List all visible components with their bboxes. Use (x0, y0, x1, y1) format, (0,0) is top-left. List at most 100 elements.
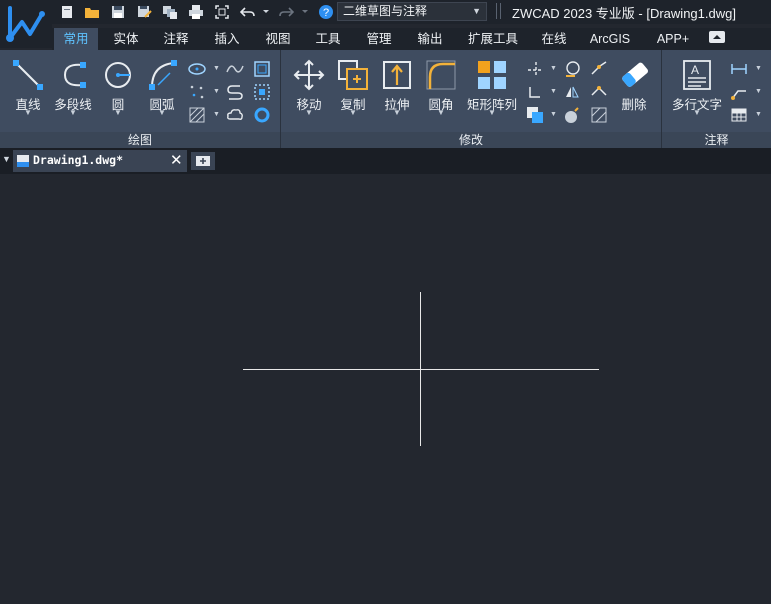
draw-order-icon[interactable] (526, 106, 544, 124)
chevron-down-icon[interactable]: ▼ (550, 88, 557, 95)
document-tab-label: Drawing1.dwg* (33, 153, 124, 167)
tab-view[interactable]: 视图 (254, 28, 302, 50)
chevron-down-icon: ▼ (69, 108, 77, 117)
fillet-icon (426, 60, 456, 90)
rectangle-icon[interactable] (253, 60, 271, 78)
drawing-canvas[interactable] (0, 174, 771, 604)
document-tab-drawing1[interactable]: Drawing1.dwg* ✕ (13, 150, 187, 172)
revcloud-icon[interactable] (226, 106, 244, 124)
chevron-down-icon: ▼ (437, 108, 445, 117)
tab-insert[interactable]: 插入 (204, 28, 250, 50)
chevron-up-icon (713, 35, 721, 39)
arc-button[interactable]: 圆弧 ▼ (140, 50, 184, 130)
chevron-down-icon: ▼ (693, 108, 701, 117)
group-label-modify: 修改 (281, 132, 661, 148)
stretch-button[interactable]: 拉伸 ▼ (376, 50, 418, 130)
move-button[interactable]: 移动 ▼ (288, 50, 330, 130)
rotate-icon[interactable] (526, 83, 544, 101)
undo-icon[interactable] (239, 4, 256, 20)
tab-list-dropdown-icon[interactable]: ▼ (2, 154, 11, 164)
point-icon[interactable] (188, 83, 206, 101)
chevron-down-icon[interactable]: ▼ (550, 65, 557, 72)
rectangular-array-button[interactable]: 矩形阵列 ▼ (464, 50, 520, 130)
redo-icon[interactable] (278, 4, 295, 20)
help-icon[interactable]: ? (318, 4, 334, 20)
trim-icon[interactable] (526, 60, 544, 78)
tab-tools[interactable]: 工具 (304, 28, 352, 50)
chevron-down-icon[interactable]: ▼ (550, 111, 557, 118)
redo-dropdown-icon[interactable] (301, 6, 309, 22)
chevron-down-icon: ▼ (305, 108, 313, 117)
circle-button[interactable]: 圆 ▼ (98, 50, 138, 130)
tab-arcgis[interactable]: ArcGIS (582, 28, 638, 50)
explode-icon[interactable] (563, 106, 581, 124)
donut-icon[interactable] (253, 106, 271, 124)
close-icon[interactable]: ✕ (170, 151, 183, 169)
mtext-button[interactable]: A 多行文字 ▼ (668, 50, 726, 130)
chevron-down-icon[interactable]: ▼ (213, 65, 220, 72)
group-label-draw: 绘图 (0, 132, 280, 148)
tab-output[interactable]: 输出 (406, 28, 454, 50)
chevron-down-icon: ▼ (472, 6, 481, 16)
tab-home[interactable]: 常用 (54, 28, 98, 50)
tab-app-plus[interactable]: APP+ (646, 28, 700, 50)
chevron-down-icon[interactable]: ▼ (213, 88, 220, 95)
save-icon[interactable] (110, 4, 126, 20)
publish-icon[interactable] (162, 4, 178, 20)
print-icon[interactable] (188, 4, 204, 20)
linear-dimension-icon[interactable] (730, 60, 748, 78)
erase-button[interactable]: 删除 (612, 50, 656, 130)
chevron-down-icon[interactable]: ▼ (213, 111, 220, 118)
save-as-icon[interactable] (136, 4, 152, 20)
ribbon-minimize-button[interactable] (709, 31, 725, 43)
group-label-annotate: 注释 (662, 132, 771, 148)
join-icon[interactable] (590, 83, 608, 101)
open-folder-icon[interactable] (84, 4, 100, 20)
line-button[interactable]: 直线 ▼ (6, 50, 50, 130)
spline-icon[interactable] (226, 60, 244, 78)
new-tab-icon (196, 156, 210, 166)
crosshair-horizontal (243, 369, 599, 370)
ellipse-icon[interactable] (188, 60, 206, 78)
erase-label: 删除 (621, 98, 647, 112)
tab-online[interactable]: 在线 (532, 28, 576, 50)
break-icon[interactable] (590, 60, 608, 78)
table-icon[interactable] (730, 106, 748, 124)
tab-annotate[interactable]: 注释 (152, 28, 200, 50)
arc-icon (149, 60, 177, 90)
title-divider (496, 3, 501, 19)
boundary-icon[interactable] (253, 83, 271, 101)
zoom-extents-icon[interactable] (214, 4, 230, 20)
tab-manage[interactable]: 管理 (355, 28, 403, 50)
mirror-icon[interactable] (563, 83, 581, 101)
chevron-down-icon[interactable]: ▼ (755, 111, 762, 118)
fillet-button[interactable]: 圆角 ▼ (420, 50, 462, 130)
chevron-down-icon: ▼ (488, 108, 496, 117)
crosshair-vertical (420, 292, 421, 446)
polyline-button[interactable]: 多段线 ▼ (50, 50, 96, 130)
tab-extended-tools[interactable]: 扩展工具 (458, 28, 528, 50)
new-drawing-tab-button[interactable] (191, 152, 215, 170)
undo-dropdown-icon[interactable] (262, 6, 270, 22)
copy-button[interactable]: 复制 ▼ (332, 50, 374, 130)
polyline-icon (63, 62, 86, 88)
chevron-down-icon: ▼ (158, 108, 166, 117)
ribbon-tab-bar: 常用 实体 注释 插入 视图 工具 管理 输出 扩展工具 在线 ArcGIS A… (52, 28, 771, 50)
app-logo[interactable] (0, 0, 52, 48)
offset-icon[interactable] (226, 83, 244, 101)
line-icon (13, 60, 43, 90)
stretch-icon (383, 61, 411, 89)
new-file-icon[interactable] (59, 4, 75, 20)
leader-icon[interactable] (730, 83, 748, 101)
chevron-down-icon: ▼ (393, 108, 401, 117)
zwcad-logo-icon (6, 6, 45, 42)
hatch-icon[interactable] (188, 106, 206, 124)
chevron-down-icon[interactable]: ▼ (755, 65, 762, 72)
workspace-dropdown[interactable]: 二维草图与注释 ▼ (337, 2, 487, 21)
workspace-label: 二维草图与注释 (343, 4, 428, 18)
eraser-icon (622, 62, 648, 87)
edit-hatch-icon[interactable] (590, 106, 608, 124)
chevron-down-icon[interactable]: ▼ (755, 88, 762, 95)
tab-solid[interactable]: 实体 (102, 28, 150, 50)
scale-icon[interactable] (563, 60, 581, 78)
